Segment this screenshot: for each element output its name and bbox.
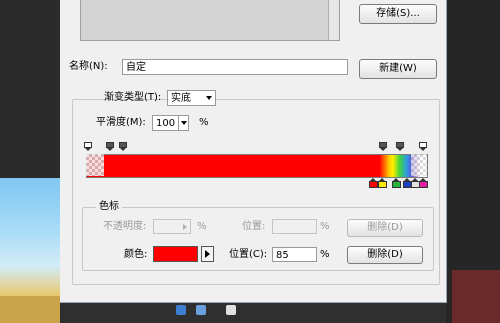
color-label: 颜色:	[124, 249, 148, 260]
color-stop[interactable]	[392, 178, 401, 188]
desktop-wallpaper-sky	[0, 178, 60, 296]
gradient-type-select[interactable]: 实底	[167, 90, 216, 106]
opacity-stop[interactable]	[379, 142, 387, 151]
desktop-background-accent	[452, 270, 500, 323]
gradient-type-label: 渐变类型(T):	[104, 92, 162, 103]
opacity-location-label: 位置:	[242, 221, 266, 232]
color-options-button[interactable]	[201, 246, 214, 262]
opacity-unit: %	[197, 221, 207, 232]
chevron-down-icon	[206, 96, 212, 100]
color-location-field[interactable]: 85	[272, 247, 317, 262]
color-stop[interactable]	[419, 178, 428, 188]
opacity-stop[interactable]	[119, 142, 127, 151]
gradient-type-value: 实底	[171, 93, 191, 104]
transparency-checker-left	[86, 154, 104, 176]
smoothness-label: 平滑度(M):	[96, 117, 146, 128]
taskbar-app-icon[interactable]	[226, 305, 236, 315]
presets-panel[interactable]	[80, 0, 340, 41]
chevron-down-icon	[181, 121, 187, 125]
presets-scrollbar[interactable]	[328, 0, 339, 40]
color-stop-selected[interactable]	[369, 178, 378, 188]
color-stop[interactable]	[378, 178, 387, 188]
taskbar	[60, 302, 446, 323]
play-arrow-icon	[205, 250, 210, 258]
name-label: 名称(N):	[69, 61, 108, 72]
name-field[interactable]: 自定	[122, 59, 348, 75]
save-button[interactable]: 存储(S)...	[359, 4, 437, 24]
gradient-preview-bar[interactable]	[86, 154, 428, 178]
color-location-label: 位置(C):	[229, 249, 268, 260]
smoothness-dropdown[interactable]	[179, 115, 189, 131]
opacity-delete-button: 删除(D)	[347, 219, 423, 237]
taskbar-app-icon[interactable]	[196, 305, 206, 315]
gradient-editor-dialog: 存储(S)... 名称(N): 自定 新建(W) 渐变类型(T): 实底 平滑度…	[60, 0, 447, 303]
desktop-wallpaper-sand	[0, 296, 60, 323]
transparency-checker-right	[411, 154, 427, 176]
new-button[interactable]: 新建(W)	[359, 59, 437, 79]
opacity-location-unit: %	[320, 221, 330, 232]
opacity-location-field	[272, 219, 317, 234]
smoothness-unit: %	[199, 117, 209, 128]
opacity-label: 不透明度:	[103, 221, 147, 232]
color-delete-button[interactable]: 删除(D)	[347, 246, 423, 264]
color-swatch[interactable]	[153, 246, 198, 262]
opacity-stop[interactable]	[396, 142, 404, 151]
chevron-right-icon	[183, 224, 187, 230]
stops-group-label: 色标	[96, 201, 122, 213]
opacity-stop[interactable]	[419, 142, 427, 151]
smoothness-value: 100	[156, 118, 176, 129]
smoothness-field[interactable]: 100	[152, 115, 179, 131]
opacity-stop[interactable]	[106, 142, 114, 151]
opacity-stop[interactable]	[84, 142, 92, 151]
color-location-unit: %	[320, 249, 330, 260]
taskbar-app-icon[interactable]	[176, 305, 186, 315]
